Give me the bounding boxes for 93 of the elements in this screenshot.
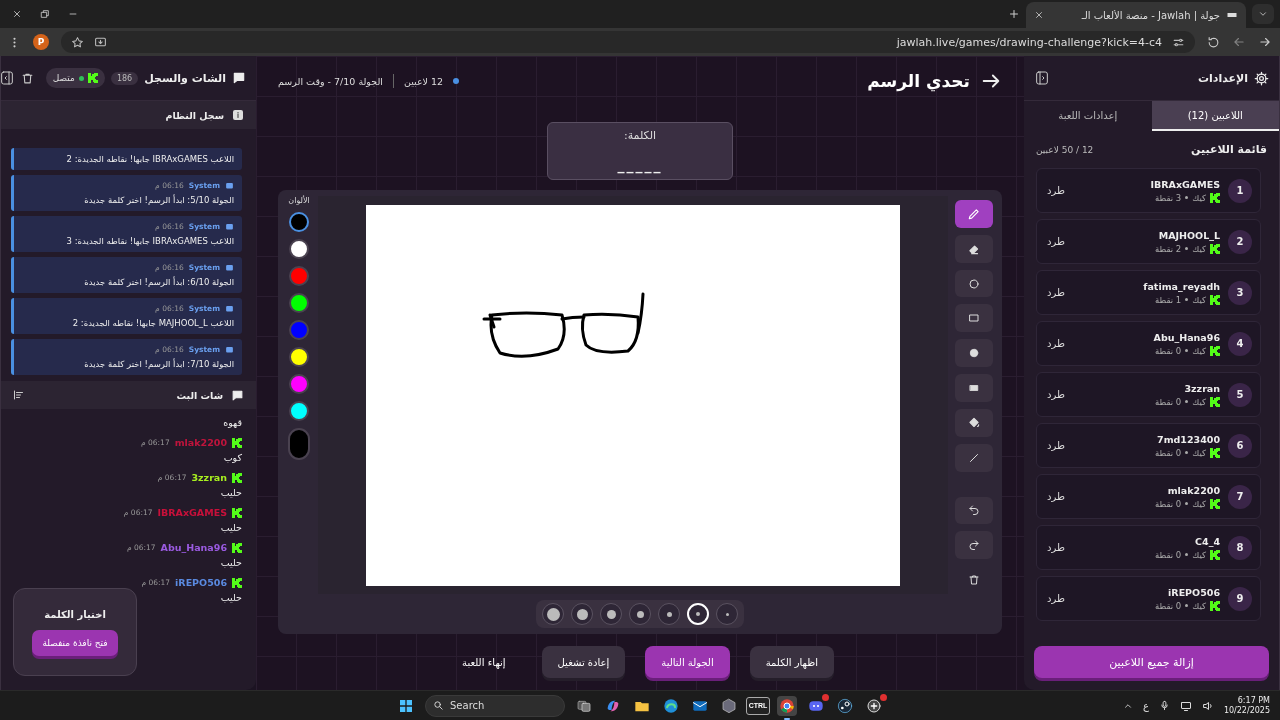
kick-player-button[interactable]: طرد (1045, 336, 1067, 351)
chat-title: الشات والسجل (144, 71, 226, 85)
player-name: 3zzran (1183, 382, 1220, 394)
end-game-button[interactable]: إنهاء اللعبة (446, 646, 522, 678)
player-name: fatima_reyadh (1143, 280, 1220, 292)
stream-chat-title: شات البث (176, 389, 223, 401)
player-platform: كيك (1192, 192, 1206, 203)
log-text: الجولة 7/10: ابدأ الرسم! اختر كلمة جديدة (83, 359, 234, 369)
panel-tab[interactable]: إعدادات اللعبة (1024, 101, 1152, 131)
settings-title: الإعدادات (1197, 71, 1248, 85)
action-button[interactable]: إعادة تشغيل (541, 646, 626, 678)
player-name: 7md123400 (1156, 433, 1220, 445)
player-points: 3 نقطة (1154, 192, 1182, 203)
log-text: الجولة 5/10: ابدأ الرسم! اختر كلمة جديدة (83, 195, 234, 205)
word-label: الكلمة: (623, 129, 657, 142)
player-rank: 9 (1228, 586, 1252, 611)
profile-avatar[interactable]: P (33, 34, 49, 50)
word-picker-title: اختيار الكلمة (44, 608, 106, 620)
url-text: jawlah.live/games/drawing-challenge?kick=4-c4 (896, 35, 1162, 49)
player-platform: كيك (1192, 243, 1206, 254)
kick-player-button[interactable]: طرد (1045, 183, 1067, 198)
message-count: 186 (110, 71, 139, 85)
player-platform: كيك (1192, 447, 1206, 458)
input-language[interactable]: ع (1142, 700, 1149, 711)
open-window-button[interactable]: فتح نافذة منفصلة (32, 629, 118, 656)
player-points: 1 نقطة (1154, 294, 1182, 305)
player-rank: 7 (1228, 484, 1252, 509)
panel-tab[interactable]: اللاعبين (12) (1151, 101, 1279, 131)
chat-username: IBRAxGAMES (157, 507, 227, 518)
player-name: MAJHOOL_L (1157, 229, 1220, 241)
chat-message: قهوه (222, 417, 242, 428)
address-bar[interactable]: jawlah.live/games/drawing-challenge?kick=4-c4 (61, 31, 1195, 53)
player-name: C4_4 (1194, 535, 1220, 547)
kick-player-button[interactable]: طرد (1045, 234, 1067, 249)
connection-status: متصل (45, 68, 105, 88)
player-name: mlak2200 (1166, 484, 1220, 496)
chat-username: iREPO506 (175, 577, 227, 588)
next-round-button[interactable]: الجولة التالية (645, 646, 730, 678)
game-title: تحدي الرسم (867, 71, 970, 91)
player-platform: كيك (1192, 549, 1206, 560)
player-points: 0 نقطة (1154, 447, 1182, 458)
browser-tab[interactable]: جولة | Jawlah - منصة الألعاب الـ (1026, 2, 1246, 28)
player-points: 2 نقطة (1154, 243, 1182, 254)
player-rank: 3 (1228, 280, 1252, 305)
player-platform: كيك (1192, 498, 1206, 509)
chat-username: 3zzran (191, 472, 227, 483)
player-rank: 4 (1228, 331, 1252, 356)
action-button[interactable]: اظهار الكلمة (749, 646, 834, 678)
kick-player-button[interactable]: طرد (1045, 438, 1067, 453)
player-platform: كيك (1192, 294, 1206, 305)
remove-all-players-button[interactable]: إزالة جميع اللاعبين (1034, 646, 1269, 678)
player-rank: 2 (1228, 229, 1252, 254)
kick-player-button[interactable]: طرد (1045, 591, 1067, 606)
log-text: اللاعب IBRAxGAMES جابها! نقاطه الجديدة: 2 (65, 154, 234, 164)
log-text: الجولة 6/10: ابدأ الرسم! اختر كلمة جديدة (83, 277, 234, 287)
chat-message: كوب (222, 452, 242, 463)
log-text: اللاعب MAJHOOL_L جابها! نقاطه الجديدة: 2 (71, 318, 234, 328)
player-rank: 6 (1228, 433, 1252, 458)
kick-player-button[interactable]: طرد (1045, 540, 1067, 555)
log-text: اللاعب IBRAxGAMES جابها! نقاطه الجديدة: 3 (65, 236, 234, 246)
player-name: IBRAxGAMES (1150, 178, 1220, 190)
taskbar-clock[interactable]: 6:17 PM 10/22/2025 (1223, 695, 1270, 716)
kick-player-button[interactable]: طرد (1045, 489, 1067, 504)
chat-message: حليب (219, 592, 242, 603)
kick-player-button[interactable]: طرد (1045, 285, 1067, 300)
player-platform: كيك (1192, 600, 1206, 611)
tab-title: جولة | Jawlah - منصة الألعاب الـ (1080, 9, 1220, 21)
word-hint: _____ (617, 157, 663, 173)
taskbar-search-field[interactable]: Search (425, 694, 565, 717)
chat-message: حليب (219, 557, 242, 568)
player-name: iREPO506 (1167, 586, 1220, 598)
player-platform: كيك (1192, 396, 1206, 407)
players-list-title: قائمة اللاعبين (1191, 143, 1267, 156)
player-points: 0 نقطة (1154, 549, 1182, 560)
player-rank: 5 (1228, 382, 1252, 407)
chat-username: Abu_Hana96 (160, 542, 227, 553)
player-rank: 1 (1228, 178, 1252, 203)
chat-message: حليب (219, 487, 242, 498)
player-rank: 8 (1228, 535, 1252, 560)
player-points: 0 نقطة (1154, 396, 1182, 407)
kick-player-button[interactable]: طرد (1045, 387, 1067, 402)
player-points: 0 نقطة (1154, 600, 1182, 611)
player-platform: كيك (1192, 345, 1206, 356)
players-capacity: 12 / 50 لاعبين (1036, 144, 1094, 155)
system-log-title: سجل النظام (165, 109, 224, 121)
colors-title: الألوان (288, 196, 310, 205)
round-status: الجولة 7/10 - وقت الرسم (278, 75, 383, 87)
chat-message: حليب (219, 522, 242, 533)
player-points: 0 نقطة (1154, 498, 1182, 509)
chat-username: mlak2200 (174, 437, 227, 448)
player-points: 0 نقطة (1154, 345, 1182, 356)
player-name: Abu_Hana96 (1153, 331, 1220, 343)
players-count: 12 لاعبين (403, 75, 444, 87)
